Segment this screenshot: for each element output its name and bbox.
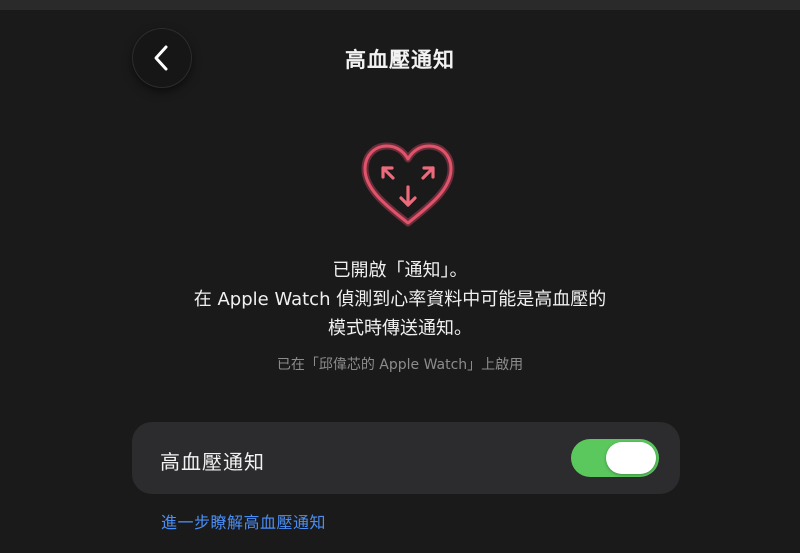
description-line-2: 在 Apple Watch 偵測到心率資料中可能是高血壓的	[193, 289, 607, 310]
setting-label: 高血壓通知	[160, 450, 265, 474]
enabled-on-text: 已在「邱偉芯的 Apple Watch」上啟用	[276, 357, 524, 373]
status-strip	[0, 0, 800, 10]
heart-arrows-icon	[361, 142, 455, 227]
description: 已開啟「通知」。 在 Apple Watch 偵測到心率資料中可能是高血壓的 模…	[150, 256, 650, 343]
chevron-left-icon	[154, 45, 168, 71]
learn-more-link[interactable]: 進一步瞭解高血壓通知	[161, 509, 326, 533]
hypertension-notification-toggle[interactable]	[571, 439, 659, 477]
description-line-1: 已開啟「通知」。	[332, 260, 468, 281]
back-button[interactable]	[133, 29, 191, 87]
toggle-knob	[606, 442, 656, 474]
hypertension-notification-row: 高血壓通知	[132, 422, 680, 494]
description-line-3: 模式時傳送通知。	[328, 318, 472, 339]
page-title: 高血壓通知	[345, 48, 455, 72]
